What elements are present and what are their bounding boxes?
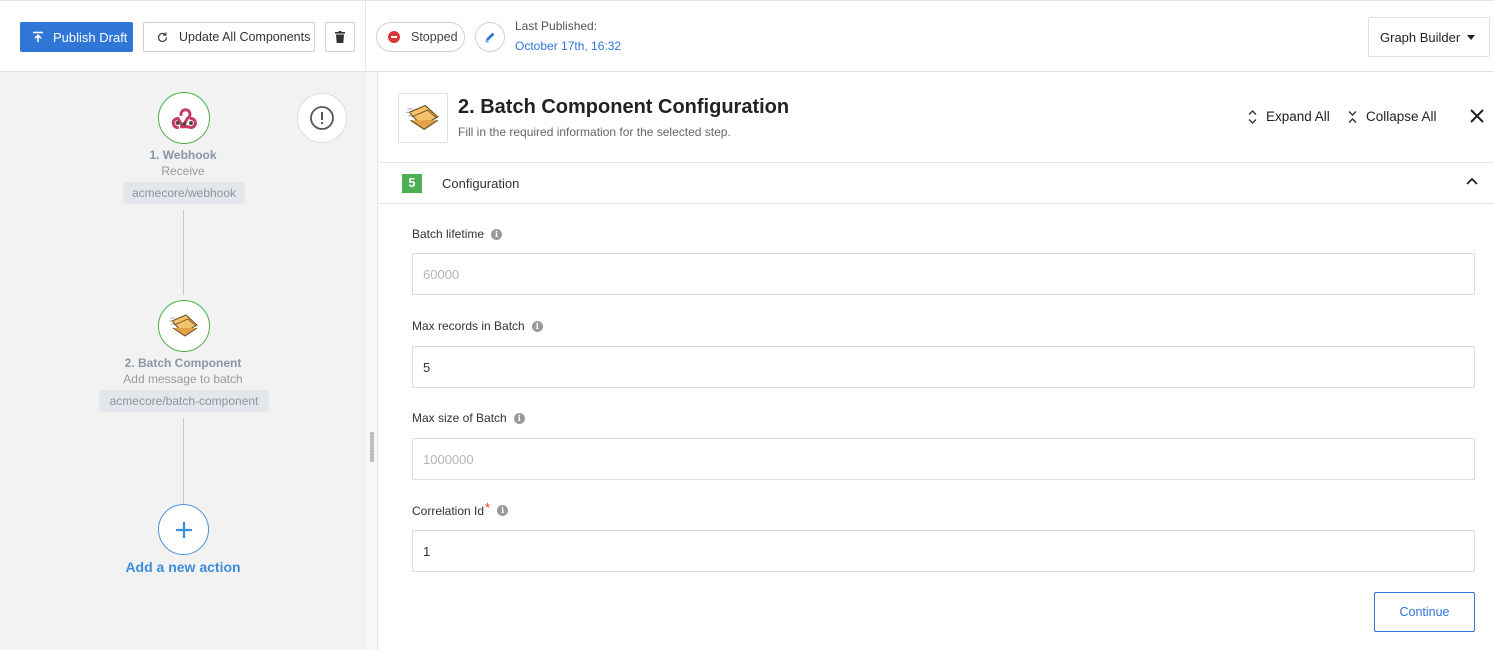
edit-flow-button[interactable] xyxy=(475,22,505,52)
update-all-components-button[interactable]: Update All Components xyxy=(143,22,315,52)
flow-node-subtitle: Add message to batch xyxy=(123,372,243,386)
collapse-all-label: Collapse All xyxy=(1366,109,1437,124)
publish-draft-button[interactable]: Publish Draft xyxy=(20,22,133,52)
info-icon[interactable]: i xyxy=(497,505,509,516)
add-action-label[interactable]: Add a new action xyxy=(0,559,366,575)
field-label-text: Batch lifetime xyxy=(412,227,485,241)
panel-resize-handle[interactable] xyxy=(366,72,378,650)
step-config-panel: 2. Batch Component Configuration Fill in… xyxy=(378,72,1494,650)
grip-icon xyxy=(370,432,374,462)
continue-button[interactable]: Continue xyxy=(1374,592,1475,632)
flow-node-batch-component[interactable] xyxy=(158,300,210,352)
add-action-button[interactable] xyxy=(158,504,209,555)
delete-button[interactable] xyxy=(325,22,355,52)
field-label-text: Max size of Batch xyxy=(412,411,507,425)
max-size-input[interactable] xyxy=(412,438,1475,480)
section-title: Configuration xyxy=(442,176,520,191)
close-icon[interactable] xyxy=(1469,108,1485,124)
batch-lifetime-label: Batch lifetime i xyxy=(412,227,503,241)
trash-icon xyxy=(335,31,345,43)
webhook-icon xyxy=(171,108,197,129)
flow-node-title: 2. Batch Component xyxy=(124,356,242,370)
plus-icon xyxy=(175,521,192,538)
view-selector-label: Graph Builder xyxy=(1380,29,1461,45)
panel-title: 2. Batch Component Configuration xyxy=(458,96,790,118)
info-icon[interactable]: i xyxy=(531,320,543,332)
required-asterisk: * xyxy=(485,500,491,515)
connector-line xyxy=(183,210,184,295)
configuration-section-header[interactable]: 5 Configuration xyxy=(378,162,1494,204)
flow-node-title: 1. Webhook xyxy=(149,148,217,162)
flow-node-tag: acmecore/webhook xyxy=(123,182,245,204)
flow-node-subtitle: Receive xyxy=(161,164,205,178)
exclamation-circle-icon xyxy=(310,106,334,130)
flow-node-tag: acmecore/batch-component xyxy=(99,390,269,412)
step-number-badge: 5 xyxy=(402,174,422,193)
field-label-text: Correlation Id xyxy=(412,503,485,518)
connector-line xyxy=(183,418,184,504)
component-logo xyxy=(398,93,448,143)
info-icon[interactable]: i xyxy=(491,228,503,240)
toolbar-actions: Publish Draft Update All Components xyxy=(0,1,366,72)
flow-node-webhook[interactable] xyxy=(158,92,210,144)
batch-component-icon xyxy=(406,104,439,131)
view-selector-dropdown[interactable]: Graph Builder xyxy=(1368,17,1490,57)
upload-icon xyxy=(33,31,43,42)
collapse-icon xyxy=(1348,110,1357,123)
expand-all-button[interactable]: Expand All xyxy=(1248,109,1330,124)
correlation-id-input[interactable] xyxy=(412,530,1475,572)
max-records-label: Max records in Batch i xyxy=(412,319,543,333)
flow-status-label: Stopped xyxy=(411,30,458,44)
flow-canvas: 1. Webhook Receive acmecore/webhook 2. B… xyxy=(0,72,366,650)
stopped-icon xyxy=(388,31,400,43)
flow-status-toggle[interactable]: Stopped xyxy=(376,22,465,52)
panel-subtitle: Fill in the required information for the… xyxy=(458,125,731,139)
expand-all-label: Expand All xyxy=(1266,109,1330,124)
max-records-input[interactable] xyxy=(412,346,1475,388)
last-published-date[interactable]: October 17th, 16:32 xyxy=(515,39,621,53)
collapse-all-button[interactable]: Collapse All xyxy=(1348,109,1437,124)
caret-down-icon xyxy=(1467,34,1476,40)
top-toolbar: Publish Draft Update All Components Stop… xyxy=(0,0,1494,72)
publish-draft-label: Publish Draft xyxy=(53,29,128,45)
update-all-components-label: Update All Components xyxy=(179,30,311,44)
batch-component-icon xyxy=(169,314,198,337)
correlation-id-label: Correlation Id * i xyxy=(412,500,509,518)
expand-icon xyxy=(1248,109,1257,124)
info-icon[interactable]: i xyxy=(513,412,525,424)
flow-warnings-button[interactable] xyxy=(297,93,347,143)
refresh-icon xyxy=(157,32,168,42)
max-size-label: Max size of Batch i xyxy=(412,411,525,425)
batch-lifetime-input[interactable] xyxy=(412,253,1475,295)
chevron-up-icon[interactable] xyxy=(1466,177,1478,185)
pencil-icon xyxy=(485,32,495,43)
field-label-text: Max records in Batch xyxy=(412,319,525,333)
last-published-label: Last Published: xyxy=(515,19,598,33)
